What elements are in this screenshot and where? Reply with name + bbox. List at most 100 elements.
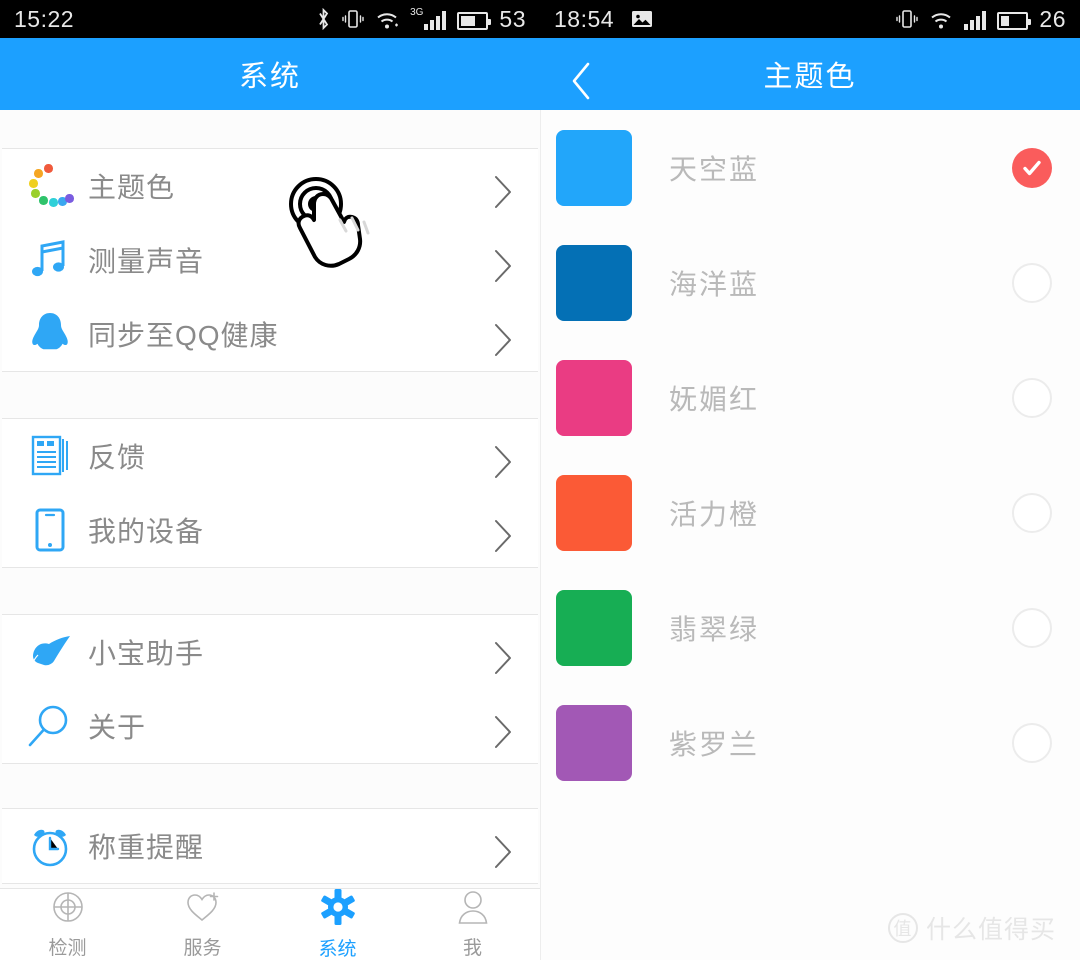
vibrate-icon [896,8,919,30]
theme-color-option[interactable]: 翡翠绿 [541,570,1080,685]
nav-item-service[interactable]: 服务 [135,890,270,960]
status-clock-right: 18:54 [554,5,615,32]
person-icon [457,890,489,929]
nav-item-system[interactable]: 系统 [270,888,405,960]
status-bar-left: 15:22 3G 53 [0,0,540,38]
settings-group-4: 称重提醒 [2,808,538,884]
nav-label: 服务 [183,937,222,959]
color-swatch [556,589,632,666]
pointing-hand-icon [22,631,78,673]
settings-row-theme-color[interactable]: 主题色 [2,149,538,223]
signal-3g-icon: 3G [410,7,447,30]
settings-row-my-device[interactable]: 我的设备 [2,493,538,567]
radio-selected-icon[interactable] [1012,147,1052,188]
settings-row-sync-qq-health[interactable]: 同步至QQ健康 [2,297,538,371]
color-label: 翡翠绿 [669,613,760,645]
nav-label: 我 [462,937,482,959]
settings-label: 反馈 [88,442,147,473]
chevron-right-icon [492,249,514,282]
watermark: 值 什么值得买 [887,910,1056,946]
radio-icon[interactable] [1012,492,1052,533]
alarm-clock-icon [22,823,78,869]
color-label: 海洋蓝 [669,268,760,300]
settings-label: 主题色 [88,172,176,203]
chevron-right-icon [492,835,514,868]
settings-group-3: 小宝助手 关于 [2,614,538,764]
wifi-icon [929,8,953,30]
settings-group-2: 反馈 我的设备 [2,418,538,568]
chevron-right-icon [492,641,514,674]
radio-icon[interactable] [1012,607,1052,648]
signal-icon [964,8,987,30]
theme-color-option[interactable]: 海洋蓝 [541,225,1080,340]
chevron-right-icon [492,715,514,748]
settings-row-xiaobao-assistant[interactable]: 小宝助手 [2,615,538,689]
header-system: 系统 [0,38,540,110]
qq-penguin-icon [22,311,78,357]
chevron-right-icon [492,323,514,356]
radio-icon[interactable] [1012,262,1052,303]
color-swatch [556,244,632,321]
settings-row-measure-sound[interactable]: 测量声音 [2,223,538,297]
color-label: 妩媚红 [669,383,760,415]
nav-item-me[interactable]: 我 [405,890,540,960]
nav-label: 系统 [318,938,357,960]
network-type-label: 3G [410,7,424,18]
theme-color-list: 天空蓝 海洋蓝 妩媚红 活力橙 翡翠绿 紫罗兰 值 什么值得买 [540,110,1080,960]
watermark-badge: 值 [887,913,918,943]
status-clock-left: 15:22 [14,5,75,32]
color-label: 紫罗兰 [669,728,760,760]
music-note-icon [22,237,78,283]
bottom-navigation: 检测 服务 系统 我 [0,888,540,960]
page-title-system: 系统 [238,61,301,93]
settings-row-about[interactable]: 关于 [2,689,538,763]
theme-color-option[interactable]: 活力橙 [541,455,1080,570]
battery-icon [997,8,1032,30]
chevron-right-icon [492,445,514,478]
settings-label: 关于 [88,712,147,743]
chevron-right-icon [492,175,514,208]
radio-icon[interactable] [1012,722,1052,763]
theme-color-option[interactable]: 紫罗兰 [541,685,1080,800]
settings-label: 称重提醒 [88,832,205,863]
watermark-text: 什么值得买 [925,916,1056,944]
wifi-icon [375,8,399,30]
gear-icon [320,888,356,930]
settings-label: 测量声音 [88,246,205,277]
color-label: 天空蓝 [669,153,760,185]
magnifier-icon [22,703,78,749]
settings-row-weigh-reminder[interactable]: 称重提醒 [2,809,538,883]
settings-row-feedback[interactable]: 反馈 [2,419,538,493]
color-swatch [556,704,632,781]
color-swatch [556,359,632,436]
battery-level-right: 26 [1039,5,1066,32]
battery-level-left: 53 [499,5,526,32]
bluetooth-icon [316,8,331,30]
theme-color-option[interactable]: 天空蓝 [541,110,1080,225]
page-title-theme-color: 主题色 [763,61,857,93]
nav-item-detect[interactable]: 检测 [0,890,135,960]
settings-label: 小宝助手 [88,638,205,669]
settings-group-1: 主题色 测量声音 同步至QQ健康 [2,148,538,372]
color-swatch [556,129,632,206]
battery-icon [457,8,492,30]
color-ring-icon [22,163,78,209]
crosshair-icon [51,890,85,929]
settings-label: 同步至QQ健康 [88,320,279,351]
screenshot-root: 15:22 3G 53 18:54 26 系统 主题色 主题色 测量声音 同步至… [0,0,1080,960]
image-icon [630,8,654,30]
chevron-left-icon[interactable] [568,61,594,100]
color-swatch [556,474,632,551]
heart-plus-icon [185,890,221,929]
radio-icon[interactable] [1012,377,1052,418]
document-icon [22,433,78,479]
system-settings-list: 主题色 测量声音 同步至QQ健康 反馈 我的设备 小宝助手 关于 称重提醒 [0,110,540,960]
color-label: 活力橙 [669,498,760,530]
nav-label: 检测 [48,937,87,959]
theme-color-option[interactable]: 妩媚红 [541,340,1080,455]
settings-label: 我的设备 [88,516,205,547]
status-bar-right: 18:54 26 [540,0,1080,38]
phone-icon [22,507,78,553]
header-theme-color: 主题色 [540,38,1080,110]
vibrate-icon [342,8,364,30]
